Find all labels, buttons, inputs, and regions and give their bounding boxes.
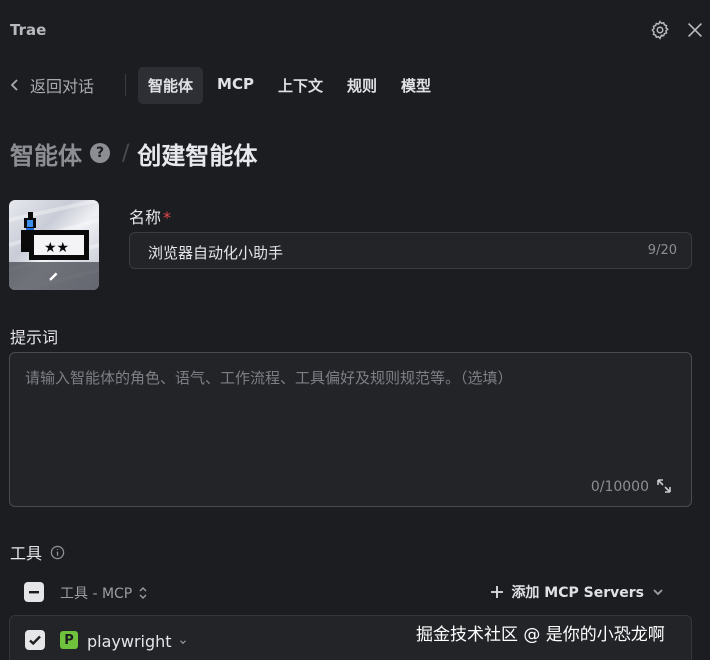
- watermark: 掘金技术社区 @ 是你的小恐龙啊: [416, 625, 665, 645]
- expand-icon[interactable]: [655, 477, 673, 495]
- required-mark: *: [163, 208, 172, 227]
- add-mcp-servers-button[interactable]: 添加 MCP Servers: [489, 582, 666, 602]
- agent-avatar[interactable]: ★★: [9, 200, 99, 290]
- tab-mcp[interactable]: MCP: [207, 67, 264, 104]
- add-mcp-label: 添加 MCP Servers: [511, 585, 644, 601]
- back-label: 返回对话: [30, 77, 95, 96]
- name-field[interactable]: 浏览器自动化小助手 9/20: [129, 232, 692, 269]
- tools-label: 工具: [10, 540, 65, 564]
- chevron-down-icon: [179, 639, 186, 644]
- prompt-char-count: 0/10000: [590, 479, 649, 495]
- breadcrumb-separator: /: [122, 140, 130, 166]
- select-all-checkbox[interactable]: [24, 582, 44, 602]
- name-label-text: 名称: [129, 208, 162, 227]
- chevron-down-icon: [653, 589, 663, 596]
- prompt-textarea[interactable]: 请输入智能体的角色、语气、工作流程、工具偏好及规则规范等。（选填） 0/1000…: [9, 352, 692, 507]
- name-value: 浏览器自动化小助手: [148, 244, 284, 262]
- name-label: 名称 *: [129, 204, 171, 228]
- chevron-left-icon: [10, 79, 18, 91]
- gear-icon[interactable]: [649, 19, 671, 41]
- check-icon: [29, 635, 41, 646]
- page-title: 创建智能体: [137, 141, 258, 170]
- back-to-chat-link[interactable]: 返回对话: [8, 73, 94, 97]
- info-icon[interactable]: [50, 545, 65, 560]
- tab-models[interactable]: 模型: [391, 67, 441, 104]
- tools-filter-select[interactable]: 工具 - MCP: [60, 583, 148, 603]
- tool-checkbox[interactable]: [25, 630, 45, 650]
- breadcrumb-parent[interactable]: 智能体: [10, 136, 82, 171]
- tool-name[interactable]: playwright: [87, 632, 188, 651]
- tool-badge: P: [60, 631, 78, 649]
- tools-filter-label: 工具 - MCP: [60, 586, 133, 602]
- prompt-label: 提示词: [10, 328, 59, 347]
- svg-text:★★: ★★: [44, 240, 69, 256]
- tab-agents[interactable]: 智能体: [138, 67, 204, 104]
- tab-list: 智能体 MCP 上下文 规则 模型: [138, 67, 441, 104]
- tool-name-text: playwright: [87, 632, 172, 651]
- app-title: Trae: [10, 21, 47, 39]
- prompt-placeholder: 请输入智能体的角色、语气、工作流程、工具偏好及规则规范等。（选填）: [25, 369, 513, 387]
- breadcrumb: 智能体 ? / 创建智能体: [10, 136, 257, 170]
- nav-divider: [125, 74, 126, 96]
- avatar-edit-overlay[interactable]: [9, 262, 99, 290]
- tab-context[interactable]: 上下文: [268, 67, 333, 104]
- name-char-count: 9/20: [647, 243, 677, 258]
- tools-label-text: 工具: [10, 544, 43, 563]
- title-bar: Trae: [0, 0, 710, 60]
- nav-bar: 返回对话 智能体 MCP 上下文 规则 模型: [0, 64, 710, 106]
- sort-chevron-icon: [139, 587, 147, 599]
- tab-rules[interactable]: 规则: [337, 67, 387, 104]
- plus-icon: [491, 586, 504, 598]
- minus-icon: [29, 591, 39, 594]
- close-icon[interactable]: [684, 19, 706, 41]
- help-icon[interactable]: ?: [90, 143, 110, 163]
- pencil-icon: [49, 272, 58, 281]
- tools-header: 工具 - MCP 添加 MCP Servers: [24, 578, 684, 608]
